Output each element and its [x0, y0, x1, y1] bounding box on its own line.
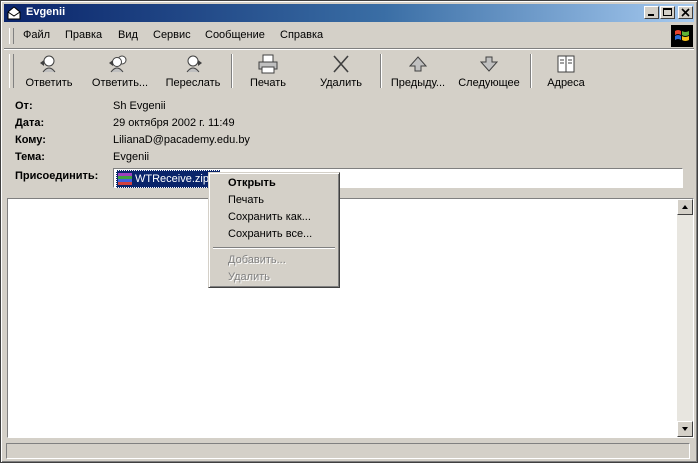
mail-window: Evgenii Файл Правка Вид Сервис Сообщение…: [0, 0, 698, 463]
reply-button[interactable]: Ответить: [16, 52, 82, 90]
message-body[interactable]: [7, 198, 694, 438]
window-title: Evgenii: [26, 6, 66, 18]
ctx-save-as[interactable]: Сохранить как...: [228, 211, 311, 223]
status-panel: [6, 443, 690, 459]
attachment-field[interactable]: WTReceive.zip (: [113, 168, 683, 188]
menu-tools[interactable]: Сервис: [153, 29, 191, 41]
arrow-down-icon: [682, 427, 688, 431]
reply-all-button[interactable]: Ответить...: [84, 52, 156, 90]
toolbar-grip[interactable]: [9, 54, 14, 88]
ctx-add: Добавить...: [228, 254, 286, 266]
arrow-up-icon: [682, 205, 688, 209]
print-button[interactable]: Печать: [238, 52, 298, 90]
zip-archive-icon: [118, 173, 132, 185]
menu-message[interactable]: Сообщение: [205, 29, 265, 41]
minimize-button[interactable]: [644, 6, 659, 19]
ctx-delete: Удалить: [228, 271, 270, 283]
address-book-icon: [557, 55, 575, 73]
forward-button[interactable]: Переслать: [160, 52, 226, 90]
windows-logo-icon: [671, 25, 693, 47]
toolbar-separator: [530, 54, 531, 88]
maximize-button[interactable]: [660, 6, 675, 19]
menu-edit[interactable]: Правка: [65, 29, 102, 41]
menu-file[interactable]: Файл: [23, 29, 50, 41]
ctx-print[interactable]: Печать: [228, 194, 264, 206]
title-bar[interactable]: Evgenii: [4, 4, 694, 22]
attachment-filename: WTReceive.zip (: [135, 173, 216, 185]
attachment-item[interactable]: WTReceive.zip (: [116, 170, 221, 188]
close-icon: [681, 8, 690, 17]
menu-grip[interactable]: [9, 28, 14, 44]
reply-icon: [40, 55, 56, 73]
delete-icon: [333, 55, 349, 73]
next-icon: [479, 56, 499, 72]
ctx-save-all[interactable]: Сохранить все...: [228, 228, 312, 240]
reply-all-icon: [109, 55, 127, 73]
delete-button[interactable]: Удалить: [308, 52, 374, 90]
address-book-button[interactable]: Адреса: [538, 52, 594, 90]
close-button[interactable]: [678, 6, 693, 19]
toolbar-separator: [231, 54, 232, 88]
menu-bar: Файл Правка Вид Сервис Сообщение Справка: [4, 25, 694, 47]
next-button[interactable]: Следующее: [454, 52, 524, 90]
previous-button[interactable]: Предыду...: [384, 52, 452, 90]
vertical-scrollbar[interactable]: [677, 199, 693, 437]
print-icon: [258, 54, 278, 74]
toolbar-separator: [380, 54, 381, 88]
maximize-icon: [663, 8, 672, 16]
toolbar: Ответить Ответить... Переслать Печать Уд…: [4, 48, 694, 91]
status-bar: [4, 442, 694, 460]
previous-icon: [408, 56, 428, 72]
scroll-up-button[interactable]: [677, 199, 693, 215]
ctx-open[interactable]: Открыть: [228, 177, 276, 189]
scroll-down-button[interactable]: [677, 421, 693, 437]
ctx-separator: [213, 247, 335, 249]
forward-icon: [186, 55, 202, 73]
menu-view[interactable]: Вид: [118, 29, 138, 41]
minimize-icon: [648, 14, 654, 16]
menu-help[interactable]: Справка: [280, 29, 323, 41]
attachment-context-menu: Открыть Печать Сохранить как... Сохранит…: [208, 172, 340, 288]
envelope-icon: [7, 6, 21, 20]
